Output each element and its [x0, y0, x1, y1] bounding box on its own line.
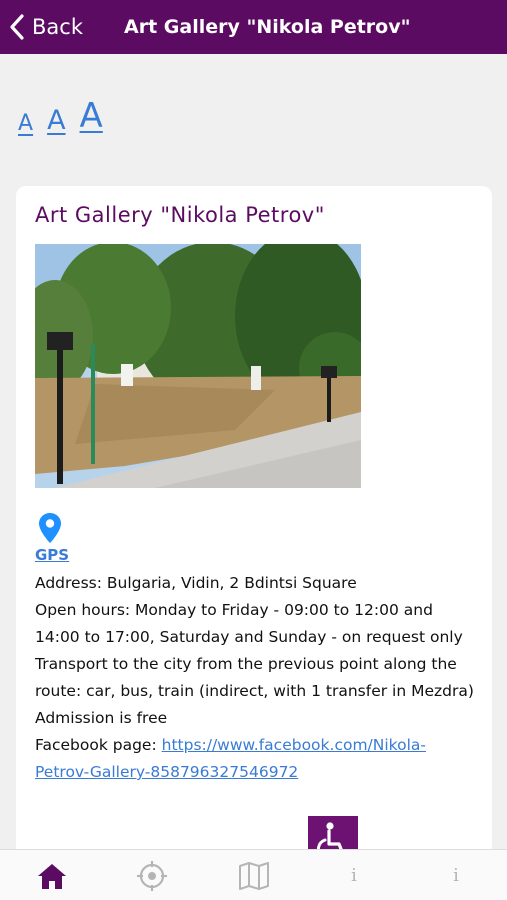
gps-link[interactable]: GPS	[35, 546, 69, 564]
font-size-medium-button[interactable]: A	[47, 105, 65, 136]
gallery-info: Address: Bulgaria, Vidin, 2 Bdintsi Squa…	[35, 570, 480, 786]
map-pin-icon[interactable]	[38, 512, 62, 544]
back-label: Back	[32, 15, 83, 39]
gallery-title: Art Gallery "Nikola Petrov"	[35, 203, 325, 227]
tab-home[interactable]	[22, 850, 82, 900]
tab-info-1[interactable]: i	[324, 850, 384, 900]
font-size-controls: A A A	[18, 96, 117, 136]
font-size-small-button[interactable]: A	[18, 111, 33, 136]
bottom-nav: i i	[0, 849, 507, 900]
open-hours-text: Open hours: Monday to Friday - 09:00 to …	[35, 601, 463, 646]
map-icon	[239, 861, 269, 890]
gallery-photo	[35, 244, 361, 488]
back-button[interactable]: Back	[8, 0, 83, 54]
tab-map[interactable]	[224, 850, 284, 900]
home-icon	[38, 863, 66, 889]
crosshair-icon	[137, 860, 167, 891]
top-bar: Back Art Gallery "Nikola Petrov"	[0, 0, 507, 54]
tab-locate[interactable]	[122, 850, 182, 900]
tab-info-2[interactable]: i	[426, 850, 486, 900]
admission-text: Admission is free	[35, 709, 168, 727]
info-icon: i	[351, 865, 357, 886]
facebook-row: Facebook page: https://www.facebook.com/…	[35, 732, 480, 786]
page-title: Art Gallery "Nikola Petrov"	[124, 16, 411, 38]
transport-text: Transport to the city from the previous …	[35, 655, 474, 700]
info-icon: i	[453, 865, 459, 886]
address-text: Address: Bulgaria, Vidin, 2 Bdintsi Squa…	[35, 574, 357, 592]
chevron-left-icon	[10, 14, 24, 40]
facebook-label: Facebook page:	[35, 736, 162, 754]
font-size-large-button[interactable]: A	[80, 96, 103, 136]
gallery-card: Art Gallery "Nikola Petrov" GPS Address:…	[16, 186, 492, 866]
